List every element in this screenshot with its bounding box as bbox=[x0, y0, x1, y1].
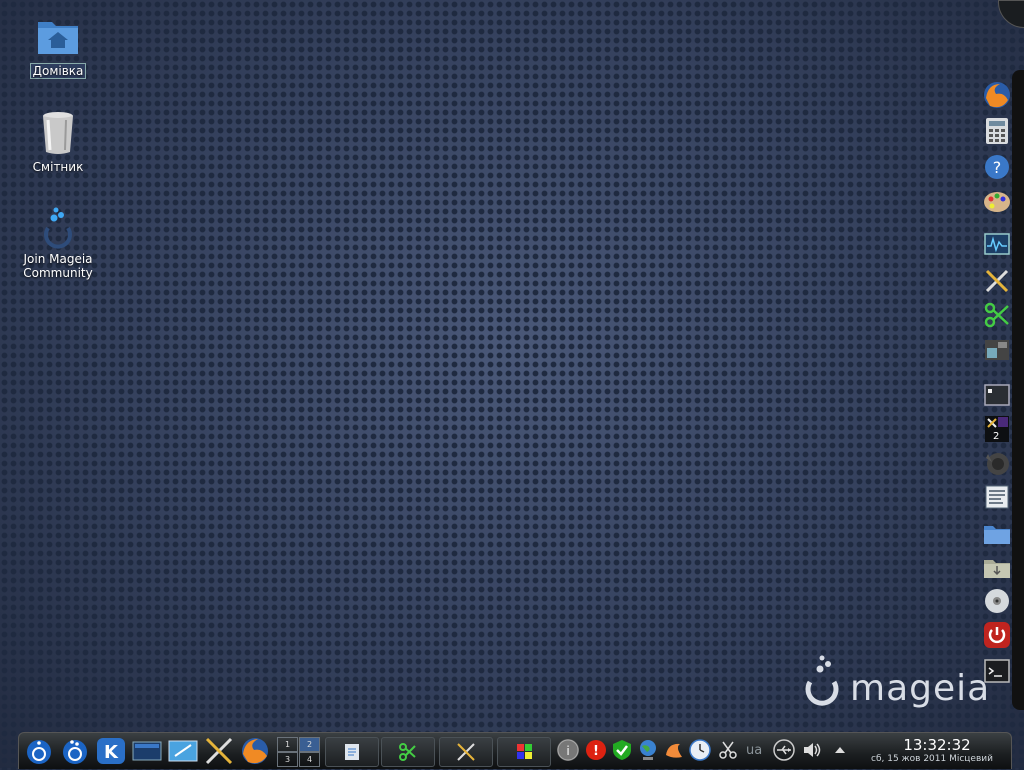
mageia-menu-icon[interactable] bbox=[23, 736, 55, 766]
clock-icon[interactable] bbox=[689, 739, 711, 761]
workspace-icon[interactable]: 2 bbox=[982, 414, 1012, 444]
show-desktop-icon[interactable] bbox=[131, 736, 163, 766]
paint-palette-icon[interactable] bbox=[982, 186, 1012, 216]
pager-desktop-2[interactable]: 2 bbox=[299, 737, 320, 752]
mageia-logo: mageia bbox=[802, 654, 992, 710]
taskbar-item-tools[interactable] bbox=[439, 737, 493, 767]
power-icon[interactable] bbox=[982, 620, 1012, 650]
mageia-control-center-icon[interactable] bbox=[59, 736, 91, 766]
info-icon[interactable]: i bbox=[557, 739, 579, 761]
pager-desktop-4[interactable]: 4 bbox=[299, 752, 320, 767]
expand-tray-icon[interactable] bbox=[829, 739, 851, 761]
firefox-icon[interactable] bbox=[982, 80, 1012, 110]
folder-icon[interactable] bbox=[982, 518, 1012, 548]
mageia-community-icon bbox=[34, 204, 82, 252]
application-dock: ? 2 bbox=[976, 0, 1024, 710]
system-monitor-icon[interactable] bbox=[982, 230, 1012, 260]
svg-text:i: i bbox=[566, 744, 569, 758]
desktop-icon-trash[interactable]: Смітник bbox=[20, 108, 96, 175]
tools-icon[interactable] bbox=[982, 266, 1012, 296]
kde-menu-icon[interactable]: K bbox=[95, 736, 127, 766]
bottom-panel: K 1 2 3 4 i ! ua 13:32:32 сб, 15 жов 201… bbox=[18, 732, 1012, 769]
desktop-icon-label: Join Mageia Community bbox=[23, 252, 93, 280]
tools-icon[interactable] bbox=[203, 736, 235, 766]
desktop-icon-home[interactable]: Домівка bbox=[20, 12, 96, 79]
desktop-icon-join-community[interactable]: Join Mageia Community bbox=[20, 204, 96, 281]
desktop-icon-label: Домівка bbox=[29, 63, 87, 79]
help-icon[interactable]: ? bbox=[982, 152, 1012, 182]
usb-icon[interactable] bbox=[773, 739, 795, 761]
document-viewer-icon[interactable] bbox=[982, 482, 1012, 512]
svg-text:K: K bbox=[104, 742, 119, 763]
terminal-icon[interactable] bbox=[982, 656, 1012, 686]
calculator-icon[interactable] bbox=[982, 116, 1012, 146]
pager-desktop-3[interactable]: 3 bbox=[277, 752, 298, 767]
download-folder-icon[interactable] bbox=[982, 552, 1012, 582]
clock-date: сб, 15 жов 2011 Місцевий bbox=[871, 754, 993, 764]
network-icon[interactable] bbox=[982, 300, 1012, 330]
home-folder-icon bbox=[34, 12, 82, 60]
dock-background bbox=[1012, 70, 1024, 710]
volume-icon[interactable] bbox=[801, 739, 823, 761]
alert-icon[interactable]: ! bbox=[585, 739, 607, 761]
taskbar-item-notes[interactable] bbox=[325, 737, 379, 767]
network-globe-icon[interactable] bbox=[637, 739, 659, 761]
svg-text:?: ? bbox=[993, 158, 1002, 177]
cd-disc-icon[interactable] bbox=[982, 586, 1012, 616]
workspace-number: 2 bbox=[993, 431, 1000, 442]
virtual-desktop-pager[interactable]: 1 2 3 4 bbox=[277, 737, 321, 767]
keyboard-layout-indicator[interactable]: ua bbox=[746, 743, 762, 758]
desktop-icon-label: Смітник bbox=[32, 160, 84, 174]
update-ok-icon[interactable] bbox=[611, 739, 633, 761]
weather-icon[interactable] bbox=[663, 739, 685, 761]
gimp-icon[interactable] bbox=[982, 448, 1012, 478]
logo-text: mageia bbox=[850, 668, 991, 709]
dock-corner-widget[interactable] bbox=[998, 0, 1024, 28]
clipboard-scissors-icon[interactable] bbox=[717, 739, 739, 761]
trash-icon bbox=[34, 108, 82, 156]
pager-desktop-1[interactable]: 1 bbox=[277, 737, 298, 752]
taskbar-item-network[interactable] bbox=[381, 737, 435, 767]
video-editor-icon[interactable] bbox=[982, 336, 1012, 366]
taskbar-item-windows[interactable] bbox=[497, 737, 551, 767]
terminal-window-icon[interactable] bbox=[982, 380, 1012, 410]
firefox-icon[interactable] bbox=[239, 736, 271, 766]
screenshot-icon[interactable] bbox=[167, 736, 199, 766]
svg-text:!: ! bbox=[593, 744, 599, 759]
clock-time: 13:32:32 bbox=[903, 736, 971, 754]
